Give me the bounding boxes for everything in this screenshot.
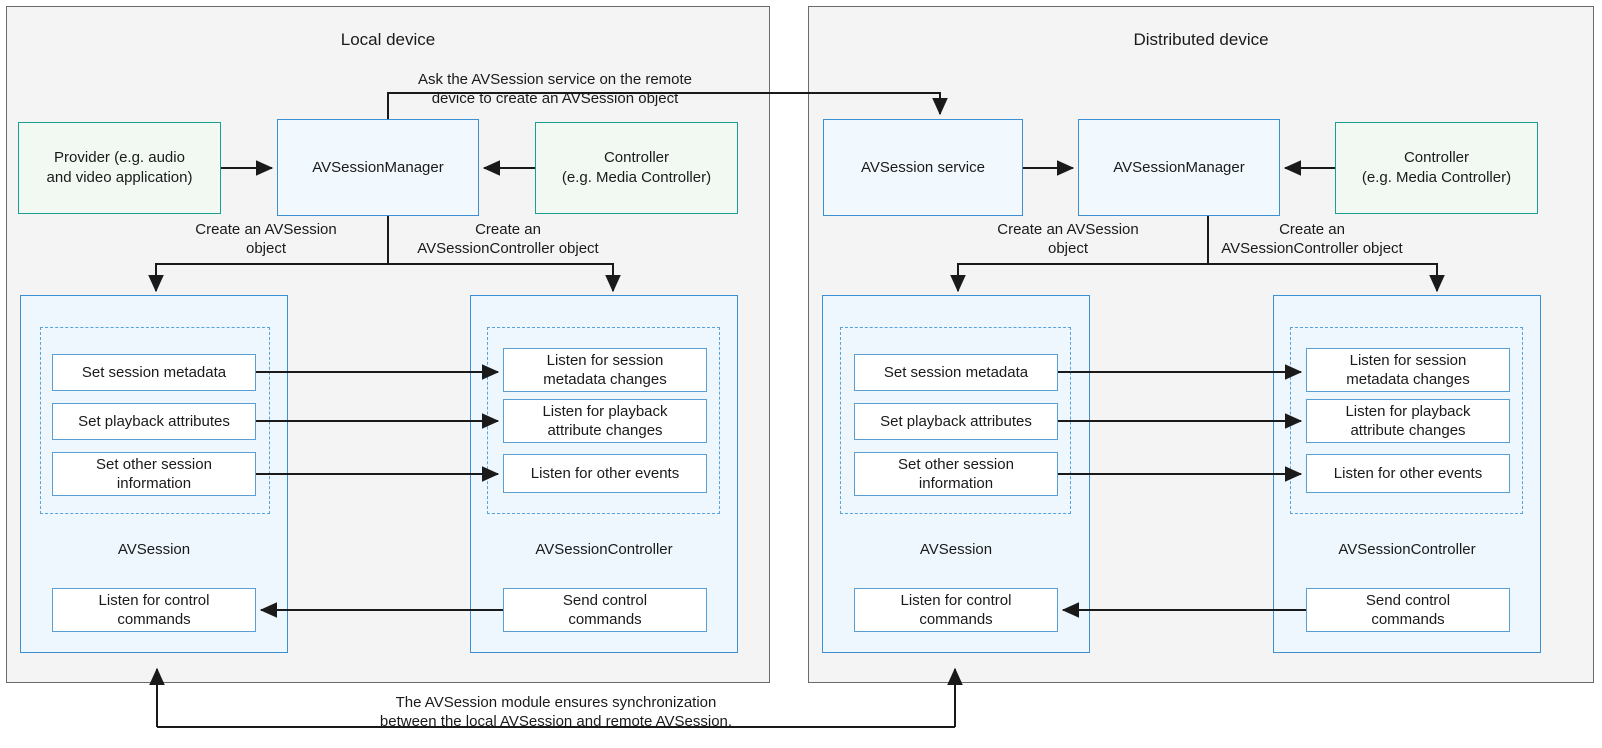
distributed-avsessionmanager-box[interactable]: AVSessionManager	[1078, 119, 1280, 216]
distributed-avsession-item-2[interactable]: Set other session information	[854, 452, 1058, 496]
local-avsession-item-1[interactable]: Set playback attributes	[52, 403, 256, 440]
local-avsessioncontroller-item-1[interactable]: Listen for playback attribute changes	[503, 399, 707, 443]
distributed-create-session-label: Create an AVSession object	[997, 221, 1139, 258]
local-avsession-listen-control-box[interactable]: Listen for control commands	[52, 588, 256, 632]
distributed-avsessioncontroller-item-1[interactable]: Listen for playback attribute changes	[1306, 399, 1510, 443]
local-provider-box[interactable]: Provider (e.g. audio and video applicati…	[18, 122, 221, 214]
local-avsessioncontroller-item-2[interactable]: Listen for other events	[503, 454, 707, 493]
local-controller-box[interactable]: Controller (e.g. Media Controller)	[535, 122, 738, 214]
local-avsession-item-2[interactable]: Set other session information	[52, 452, 256, 496]
local-create-controller-label: Create an AVSessionController object	[417, 221, 599, 258]
distributed-create-controller-label: Create an AVSessionController object	[1221, 221, 1403, 258]
panel-distributed-device-title: Distributed device	[1133, 30, 1269, 49]
distributed-avsession-item-1[interactable]: Set playback attributes	[854, 403, 1058, 440]
local-avsessioncontroller-item-0[interactable]: Listen for session metadata changes	[503, 348, 707, 392]
local-avsession-group-label: AVSession	[117, 541, 191, 558]
sync-note-label: The AVSession module ensures synchroniza…	[379, 694, 733, 731]
distributed-avsessioncontroller-item-0[interactable]: Listen for session metadata changes	[1306, 348, 1510, 392]
distributed-avsession-service-box[interactable]: AVSession service	[823, 119, 1023, 216]
panel-local-device-title: Local device	[340, 30, 436, 49]
local-avsessioncontroller-group-label: AVSessionController	[535, 541, 673, 558]
distributed-avsession-listen-control-box[interactable]: Listen for control commands	[854, 588, 1058, 632]
local-create-session-label: Create an AVSession object	[195, 221, 337, 258]
distributed-controller-box[interactable]: Controller (e.g. Media Controller)	[1335, 122, 1538, 214]
local-avsessionmanager-box[interactable]: AVSessionManager	[277, 119, 479, 216]
distributed-avsessioncontroller-item-2[interactable]: Listen for other events	[1306, 454, 1510, 493]
local-avsession-item-0[interactable]: Set session metadata	[52, 354, 256, 391]
distributed-avsession-group-label: AVSession	[919, 541, 993, 558]
diagram-canvas: Local device Provider (e.g. audio and vi…	[0, 0, 1602, 748]
distributed-avsessioncontroller-group-label: AVSessionController	[1338, 541, 1476, 558]
local-remote-request-label: Ask the AVSession service on the remote …	[417, 71, 693, 108]
local-send-control-box[interactable]: Send control commands	[503, 588, 707, 632]
distributed-avsession-item-0[interactable]: Set session metadata	[854, 354, 1058, 391]
distributed-send-control-box[interactable]: Send control commands	[1306, 588, 1510, 632]
